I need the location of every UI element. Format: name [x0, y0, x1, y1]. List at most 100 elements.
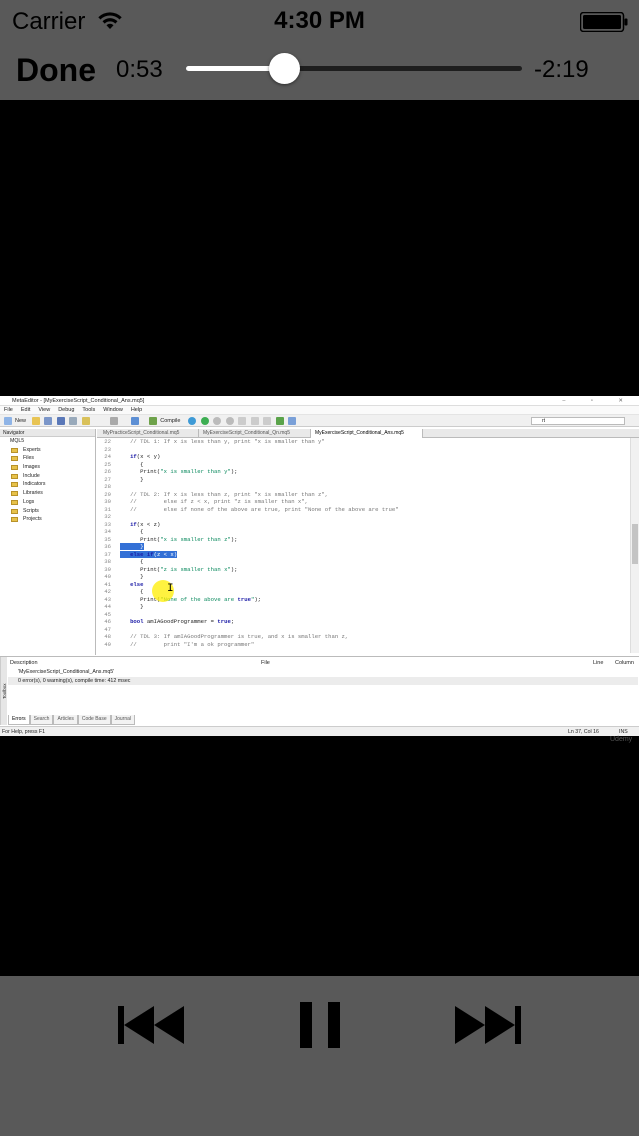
code-line: 43 Print("None of the above are true");	[97, 596, 627, 604]
code-text: Print("None of the above are true");	[120, 595, 262, 603]
code-text: // TDL 1: If x is less than y, print "x …	[120, 438, 325, 445]
window-buttons: – ▫ ✕	[562, 398, 635, 404]
toolbox-tab-search: Search	[29, 715, 54, 725]
navigator-item-label: Scripts	[23, 507, 39, 514]
tool-icon	[69, 416, 78, 425]
video-window-title: MetaEditor - [MyExerciseScript_Condition…	[0, 396, 639, 406]
code-line: 28	[97, 483, 627, 491]
col-line: Line	[593, 660, 604, 666]
playback-controls-row: Done 0:53 -2:19	[0, 44, 639, 96]
toolbox-tab-errors: Errors	[8, 715, 30, 725]
col-file: File	[261, 660, 270, 666]
folder-icon	[11, 465, 18, 471]
skip-back-icon[interactable]	[118, 1006, 184, 1044]
code-line: 49 // print "I'm a ok programmer"	[97, 641, 627, 649]
code-line: 42 {	[97, 588, 627, 596]
bottom-controls	[0, 976, 639, 1136]
editor-status-bar: For Help, press F1 Ln 37, Col 16 INS	[0, 726, 639, 736]
file-tab: MyExerciseScript_Conditional_Qn.mq5	[199, 429, 311, 438]
line-number: 35	[104, 535, 111, 543]
pause-icon[interactable]	[300, 1002, 340, 1048]
toolbox-side-label: Toolbox	[0, 657, 7, 725]
editor-body: Navigator MQL5 Experts Files Images Include…	[0, 429, 639, 655]
window-icon	[288, 416, 297, 425]
code-text: else	[130, 580, 144, 588]
navigator-item-label: Projects	[23, 516, 42, 523]
code-text: }	[120, 475, 144, 483]
code-line: 41 else	[97, 581, 627, 589]
navigator-item-label: Logs	[23, 498, 35, 505]
save-icon	[44, 416, 53, 425]
folder-icon	[11, 499, 18, 505]
navigator-item-scripts: Scripts	[0, 507, 95, 516]
code-line: 32	[97, 513, 627, 521]
compile-label: Compile	[160, 418, 181, 424]
scrubber-thumb[interactable]	[269, 53, 301, 84]
code-text: {	[120, 460, 144, 468]
code-line: 31 // else if none of the above are true…	[97, 506, 627, 514]
folder-icon	[11, 473, 18, 479]
menu-item-edit: Edit	[20, 407, 31, 413]
menu-item-view: View	[38, 407, 51, 413]
step-icon	[238, 416, 247, 425]
code-line: 48 // TDL 3: If amIAGoodProgrammer is tr…	[97, 633, 627, 641]
code-line: 46 bool amIAGoodProgrammer = true;	[97, 618, 627, 626]
toolbox-tab-codebase: Code Base	[77, 715, 111, 725]
video-toolbar: New Compile rt	[0, 415, 639, 427]
navigator-item-images: Images	[0, 463, 95, 472]
folder-icon	[11, 456, 18, 462]
code-line: 40 }	[97, 573, 627, 581]
code-text: {	[120, 558, 144, 565]
code-line: 35 Print("x is smaller than z");	[97, 536, 627, 544]
code-text: }	[120, 543, 144, 550]
scrollbar-thumb	[632, 524, 638, 564]
line-number: 24	[104, 453, 111, 460]
code-line: 33 if(x < z)	[97, 521, 627, 529]
col-description: Description	[10, 660, 38, 666]
code-line: 23	[97, 446, 627, 454]
code-text: // TDL 2: If x is less than z, print "x …	[120, 490, 329, 498]
status-bar: Carrier 4:30 PM	[0, 0, 639, 42]
code-line: 37 else if(z < x)	[97, 550, 627, 559]
navigator-root-label: MQL5	[10, 438, 25, 444]
code-text: if(x < y)	[130, 453, 161, 460]
navigator-item-label: Files	[23, 455, 34, 462]
video-frame[interactable]: MetaEditor - [MyExerciseScript_Condition…	[0, 396, 639, 736]
menu-item-window: Window	[103, 407, 123, 413]
code-text: // print "I'm a ok programmer"	[120, 640, 255, 648]
code-text: {	[120, 528, 144, 535]
line-number: 45	[104, 610, 111, 618]
skip-forward-icon[interactable]	[455, 1006, 521, 1044]
open-folder-icon	[31, 416, 40, 425]
code-line: 26 Print("x is smaller than y");	[97, 468, 627, 476]
done-button[interactable]: Done	[16, 52, 96, 89]
pause-debug-icon	[213, 416, 222, 425]
status-position: Ln 37, Col 16	[568, 729, 599, 735]
toolbox-header: Description File Line Column	[8, 659, 638, 667]
folder-icon	[11, 508, 18, 514]
elapsed-time: 0:53	[116, 56, 163, 83]
play-icon	[200, 416, 209, 425]
code-text: // else if none of the above are true, p…	[120, 505, 399, 513]
line-number: 37	[104, 550, 111, 558]
code-line: 27 }	[97, 476, 627, 484]
code-text: // TDL 3: If amIAGoodProgrammer is true,…	[120, 633, 349, 640]
col-column: Column	[615, 660, 634, 666]
progress-scrubber[interactable]	[186, 53, 522, 84]
line-number: 23	[104, 445, 111, 453]
code-text: {	[120, 588, 144, 595]
tool-icon	[81, 416, 90, 425]
code-editor: MyPracticeScript_Conditional.mq5 MyExerc…	[97, 429, 639, 655]
status-mode: INS	[619, 729, 628, 735]
code-line: 24 if(x < y)	[97, 453, 627, 461]
menu-item-file: File	[4, 407, 13, 413]
navigator-item-files: Files	[0, 454, 95, 463]
navigator-item-projects: Projects	[0, 515, 95, 524]
line-number: 40	[104, 573, 111, 580]
stop-debug-icon	[225, 416, 234, 425]
line-number: 39	[104, 565, 111, 573]
code-line: 29 // TDL 2: If x is less than z, print …	[97, 491, 627, 499]
menu-item-tools: Tools	[82, 407, 96, 413]
battery-icon	[580, 12, 628, 32]
navigator-item-label: Images	[23, 464, 41, 471]
